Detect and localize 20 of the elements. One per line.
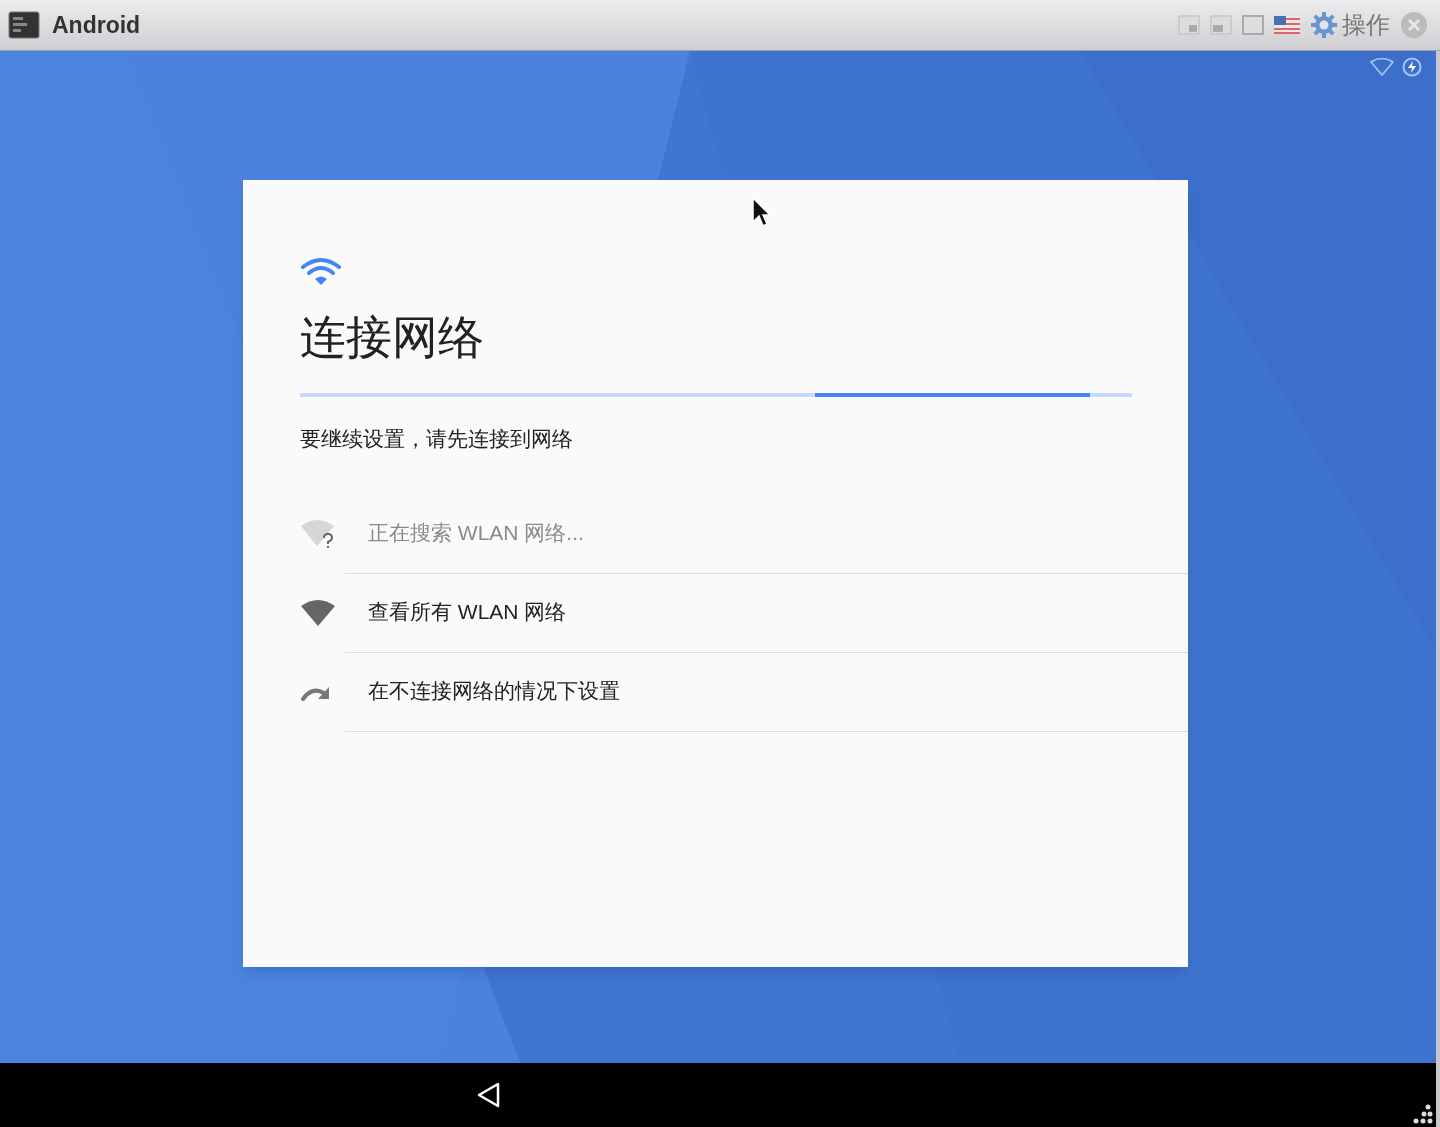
item-label: 查看所有 WLAN 网络 [368, 599, 567, 626]
item-label: 正在搜索 WLAN 网络... [368, 520, 584, 547]
close-icon[interactable] [1400, 11, 1428, 39]
window-mode-icon[interactable] [1210, 15, 1232, 35]
item-label: 在不连接网络的情况下设置 [368, 678, 620, 705]
list-item[interactable]: 在不连接网络的情况下设置 [300, 651, 1188, 732]
wifi-icon [300, 597, 336, 628]
window-mode-icon[interactable] [1178, 15, 1200, 35]
wifi-icon [300, 255, 342, 287]
subtitle: 要继续设置，请先连接到网络 [300, 426, 574, 452]
window-title: Android [52, 10, 141, 40]
page-title: 连接网络 [300, 310, 485, 365]
terminal-icon [8, 11, 40, 39]
battery-charging-icon [1402, 57, 1422, 77]
list-item[interactable]: 查看所有 WLAN 网络 [300, 572, 1188, 653]
back-button[interactable] [476, 1081, 502, 1109]
flag-icon[interactable] [1274, 16, 1300, 34]
maximize-icon[interactable] [1242, 15, 1264, 35]
wifi-outline-icon [1370, 58, 1394, 76]
settings-icon[interactable] [1310, 11, 1338, 39]
